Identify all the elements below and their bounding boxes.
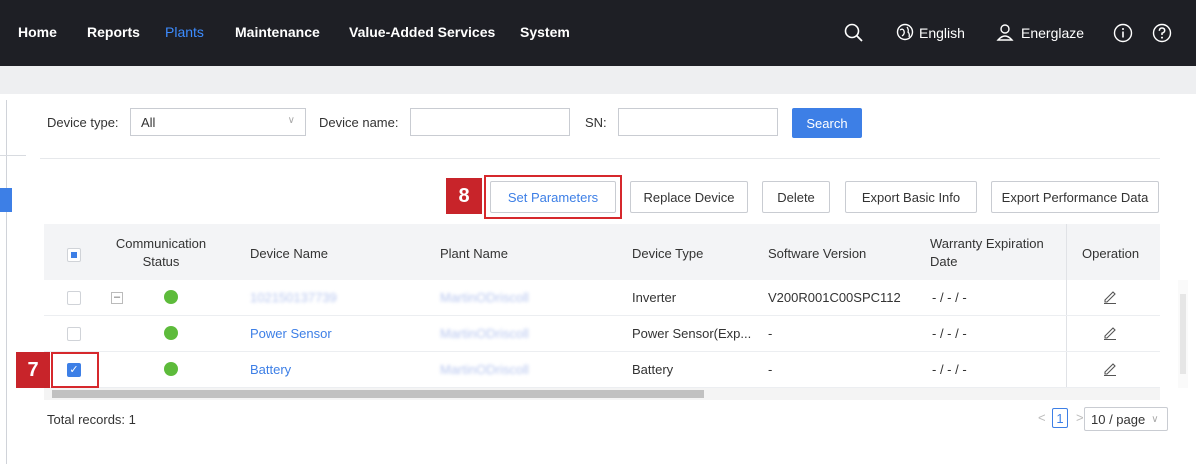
search-button[interactable]: Search <box>792 108 862 138</box>
warranty-date: - / - / - <box>932 362 967 377</box>
nav-plants[interactable]: Plants <box>165 24 204 40</box>
collapse-toggle[interactable]: – <box>111 292 123 304</box>
total-records: Total records: 1 <box>47 412 136 427</box>
horizontal-scroll-thumb[interactable] <box>52 390 704 398</box>
plant-name: MartinODriscoll <box>440 326 529 341</box>
page-size-select[interactable]: 10 / page ∨ <box>1084 407 1168 431</box>
status-online-dot <box>164 290 178 304</box>
device-name-label: Device name: <box>319 115 399 130</box>
language-selector[interactable]: English <box>896 0 965 66</box>
device-name-input[interactable] <box>410 108 570 136</box>
select-all-checkbox[interactable] <box>67 248 81 262</box>
device-type-value: All <box>141 115 156 130</box>
vertical-scroll-thumb[interactable] <box>1180 294 1186 374</box>
software-version: V200R001C00SPC112 <box>768 290 901 305</box>
row-checkbox[interactable] <box>67 291 81 305</box>
set-parameters-button[interactable]: Set Parameters <box>490 181 616 213</box>
user-menu[interactable]: Energlaze <box>996 0 1084 66</box>
export-basic-info-button[interactable]: Export Basic Info <box>845 181 977 213</box>
table-row[interactable]: ✓ Battery MartinODriscoll Battery - - / … <box>44 352 1160 388</box>
software-version: - <box>768 362 773 377</box>
table-row[interactable]: – 102150137739 MartinODriscoll Inverter … <box>44 280 1160 316</box>
globe-icon <box>896 23 914 44</box>
software-version: - <box>768 326 773 341</box>
user-icon <box>996 23 1014 44</box>
status-online-dot <box>164 326 178 340</box>
column-header-device-type[interactable]: Device Type <box>632 245 703 263</box>
row-checkbox[interactable] <box>67 327 81 341</box>
help-icon[interactable] <box>1152 0 1172 66</box>
page-1-button[interactable]: 1 <box>1052 408 1068 428</box>
device-type-select[interactable]: All ∨ <box>130 108 306 136</box>
sn-input[interactable] <box>618 108 778 136</box>
device-name-link[interactable]: 102150137739 <box>250 290 337 305</box>
chevron-down-icon: ∨ <box>287 115 295 126</box>
user-name: Energlaze <box>1021 25 1085 41</box>
next-page-icon[interactable]: > <box>1076 410 1084 425</box>
status-online-dot <box>164 362 178 376</box>
delete-button[interactable]: Delete <box>762 181 830 213</box>
column-header-communication-status[interactable]: Communication Status <box>106 235 216 271</box>
column-header-warranty-expiration-date[interactable]: Warranty Expiration Date <box>930 235 1044 271</box>
language-label: English <box>919 25 965 41</box>
step-7-badge: 7 <box>16 352 50 388</box>
search-icon[interactable] <box>844 0 864 66</box>
device-type: Power Sensor(Exp... <box>632 326 752 341</box>
nav-reports[interactable]: Reports <box>87 24 140 40</box>
left-panel-selection-marker <box>0 188 12 212</box>
plant-name: MartinODriscoll <box>440 362 529 377</box>
nav-home[interactable]: Home <box>18 24 57 40</box>
vertical-scrollbar[interactable] <box>1178 280 1188 388</box>
subheader-band <box>0 66 1196 94</box>
device-name-link[interactable]: Battery <box>250 362 291 377</box>
checkbox-highlight <box>51 352 99 388</box>
sn-label: SN: <box>585 115 607 130</box>
device-type-label: Device type: <box>47 115 119 130</box>
device-type: Battery <box>632 362 674 377</box>
prev-page-icon[interactable]: < <box>1038 410 1046 425</box>
nav-system[interactable]: System <box>520 24 570 40</box>
column-header-software-version[interactable]: Software Version <box>768 245 866 263</box>
top-navbar: Home Reports Plants Maintenance Value-Ad… <box>0 0 1196 66</box>
nav-maintenance[interactable]: Maintenance <box>235 24 320 40</box>
device-name-link[interactable]: Power Sensor <box>250 326 332 341</box>
horizontal-scrollbar[interactable] <box>44 388 1160 400</box>
edit-icon[interactable] <box>1102 324 1118 343</box>
page-size-value: 10 / page <box>1091 411 1146 427</box>
column-header-device-name[interactable]: Device Name <box>250 245 328 263</box>
warranty-date: - / - / - <box>932 326 967 341</box>
left-panel-divider <box>0 155 26 156</box>
column-header-plant-name[interactable]: Plant Name <box>440 245 508 263</box>
edit-icon[interactable] <box>1102 360 1118 379</box>
device-type: Inverter <box>632 290 677 305</box>
plant-name: MartinODriscoll <box>440 290 529 305</box>
step-8-badge: 8 <box>446 178 482 214</box>
export-performance-data-button[interactable]: Export Performance Data <box>991 181 1159 213</box>
edit-icon[interactable] <box>1102 288 1118 307</box>
nav-value-added-services[interactable]: Value-Added Services <box>349 24 495 40</box>
table-row[interactable]: Power Sensor MartinODriscoll Power Senso… <box>44 316 1160 352</box>
warranty-date: - / - / - <box>932 290 967 305</box>
replace-device-button[interactable]: Replace Device <box>630 181 748 213</box>
filter-divider <box>40 158 1160 159</box>
info-icon[interactable] <box>1113 0 1133 66</box>
column-header-operation: Operation <box>1082 246 1140 261</box>
chevron-down-icon: ∨ <box>1151 413 1159 425</box>
